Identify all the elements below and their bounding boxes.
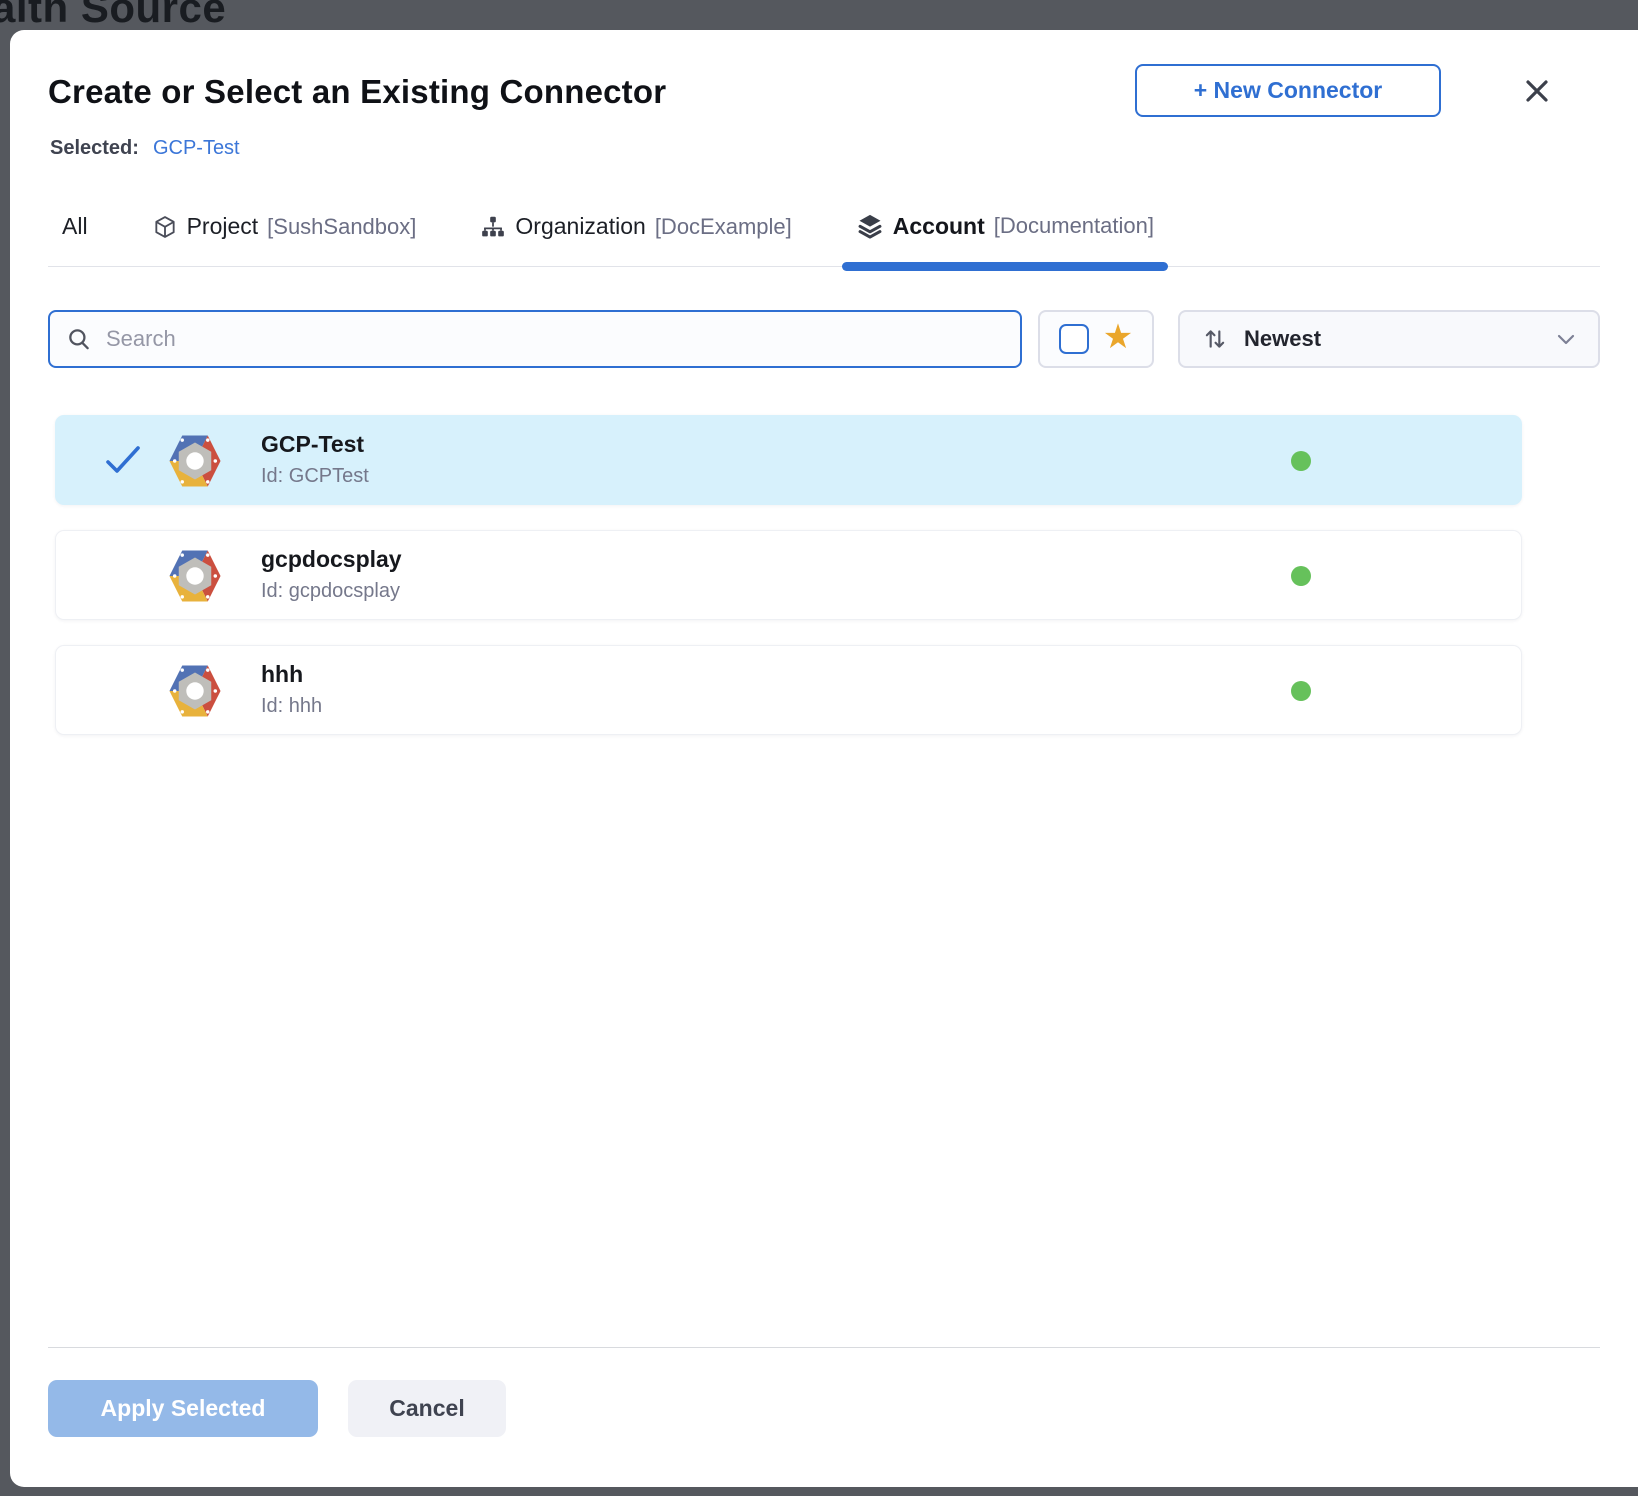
favorites-checkbox[interactable] <box>1059 324 1089 354</box>
sort-arrows-icon <box>1202 326 1228 352</box>
connector-id: Id: GCPTest <box>261 465 369 488</box>
connector-row-gcp-test[interactable]: GCP-Test Id: GCPTest <box>55 415 1522 505</box>
org-chart-icon <box>480 214 506 240</box>
tab-organization[interactable]: Organization [DocExample] <box>466 203 805 266</box>
tab-project-label: Project <box>187 213 259 240</box>
new-connector-button[interactable]: + New Connector <box>1135 64 1441 117</box>
search-box <box>48 310 1022 368</box>
tab-organization-label: Organization <box>515 213 645 240</box>
connector-meta: gcpdocsplay Id: gcpdocsplay <box>261 546 402 603</box>
selected-connector-link[interactable]: GCP-Test <box>153 137 240 159</box>
status-dot <box>1291 451 1311 471</box>
footer-divider <box>48 1347 1600 1348</box>
cube-icon <box>152 214 178 240</box>
selected-connector-line: Selected: GCP-Test <box>50 137 240 160</box>
chevron-down-icon <box>1556 332 1576 346</box>
connector-id: Id: hhh <box>261 695 322 718</box>
apply-selected-button[interactable]: Apply Selected <box>48 1380 318 1437</box>
connector-meta: GCP-Test Id: GCPTest <box>261 431 369 488</box>
gcp-connector-icon <box>166 662 224 720</box>
star-icon: ★ <box>1103 320 1133 354</box>
layers-icon <box>856 212 884 240</box>
connector-list: GCP-Test Id: GCPTest <box>55 415 1522 760</box>
close-icon <box>1523 77 1551 108</box>
connector-selection-modal: Create or Select an Existing Connector +… <box>10 30 1638 1487</box>
sort-selected-value: Newest <box>1244 326 1540 352</box>
search-input[interactable] <box>106 326 1004 352</box>
gcp-connector-icon <box>166 432 224 490</box>
search-icon <box>66 326 92 352</box>
modal-title: Create or Select an Existing Connector <box>48 73 666 111</box>
tab-account-scope: [Documentation] <box>994 213 1154 239</box>
tab-project[interactable]: Project [SushSandbox] <box>138 203 431 266</box>
sort-dropdown[interactable]: Newest <box>1178 310 1600 368</box>
selected-label: Selected: <box>50 137 139 159</box>
tab-account-label: Account <box>893 213 985 240</box>
scope-tabs: All Project [SushSandbox] <box>48 202 1600 267</box>
connector-name: hhh <box>261 661 322 688</box>
connector-row-hhh[interactable]: hhh Id: hhh <box>55 645 1522 735</box>
status-dot <box>1291 681 1311 701</box>
close-button[interactable] <box>1520 75 1554 109</box>
connector-row-gcpdocsplay[interactable]: gcpdocsplay Id: gcpdocsplay <box>55 530 1522 620</box>
list-controls: ★ Newest <box>48 310 1600 368</box>
connector-name: gcpdocsplay <box>261 546 402 573</box>
tab-account[interactable]: Account [Documentation] <box>842 202 1168 266</box>
connector-meta: hhh Id: hhh <box>261 661 322 718</box>
checkmark-icon <box>104 444 142 476</box>
cancel-button[interactable]: Cancel <box>348 1380 506 1437</box>
connector-name: GCP-Test <box>261 431 369 458</box>
background-page-title-fragment: alth Source <box>0 0 226 32</box>
connector-id: Id: gcpdocsplay <box>261 580 402 603</box>
status-dot <box>1291 566 1311 586</box>
tab-organization-scope: [DocExample] <box>655 214 792 240</box>
tab-all-label: All <box>62 213 88 240</box>
gcp-connector-icon <box>166 547 224 605</box>
favorites-filter: ★ <box>1038 310 1154 368</box>
tab-project-scope: [SushSandbox] <box>267 214 416 240</box>
tab-all[interactable]: All <box>48 203 102 266</box>
